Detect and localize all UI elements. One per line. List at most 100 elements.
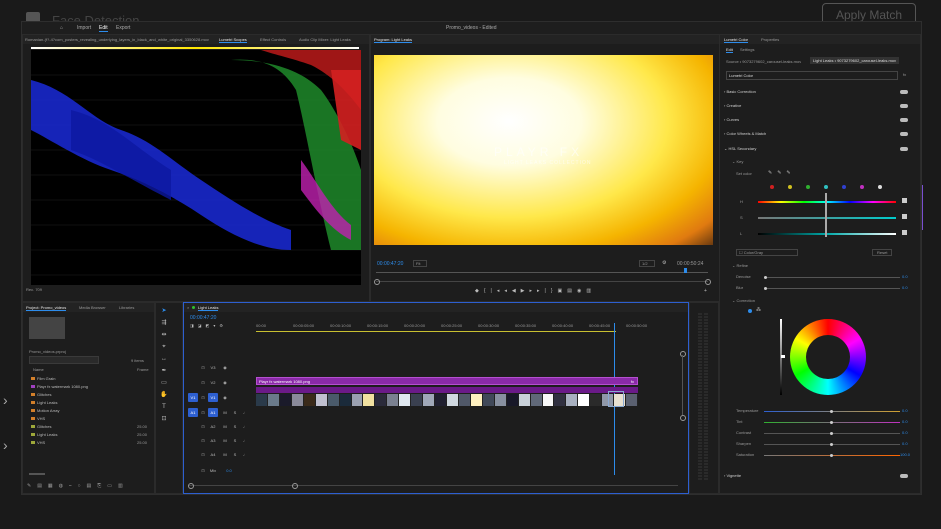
clip-thumbnail[interactable] — [590, 394, 603, 406]
saturation-checkbox[interactable] — [902, 214, 907, 219]
effect-select[interactable]: Lumetri Color — [726, 71, 898, 80]
menu-import[interactable]: Import — [77, 25, 91, 31]
hue-range-slider[interactable] — [758, 201, 896, 203]
home-icon[interactable]: ⌂ — [60, 25, 63, 31]
clip-thumbnail[interactable] — [363, 394, 376, 406]
microphone-icon[interactable]: ♩ — [240, 436, 250, 445]
clip-thumbnail[interactable] — [447, 394, 459, 406]
fit-select[interactable]: Fit — [413, 260, 428, 267]
lock-icon[interactable]: ⊡ — [198, 422, 208, 431]
tint-value[interactable]: 0.0 — [902, 419, 908, 424]
solo-button[interactable]: S — [230, 408, 240, 417]
clip-thumbnail[interactable] — [542, 394, 555, 406]
microphone-icon[interactable]: ♩ — [240, 450, 250, 459]
clip-thumbnail[interactable] — [279, 394, 292, 406]
source-patch-a1[interactable]: A1 — [188, 408, 198, 417]
clip-thumbnail[interactable] — [482, 394, 495, 406]
creative-toggle[interactable] — [900, 104, 908, 108]
microphone-icon[interactable]: ♩ — [240, 422, 250, 431]
lock-icon[interactable]: ⊡ — [198, 436, 208, 445]
clip-thumbnail[interactable] — [435, 394, 447, 406]
timeline-timecode[interactable]: 00:00:47:20 — [190, 315, 216, 321]
track-label-v1[interactable]: V1 — [208, 393, 218, 402]
tab-lumetri-color[interactable]: Lumetri Color — [724, 37, 749, 43]
slip-tool-icon[interactable]: ↔ — [160, 355, 168, 363]
saturation-value[interactable]: 100.0 — [900, 452, 910, 457]
project-list-item[interactable]: Playr fx watermark 1080.png — [31, 384, 88, 389]
section-creative[interactable]: › Creative — [724, 103, 741, 108]
track-label-a1[interactable]: A1 — [208, 408, 218, 417]
h-scroll-right[interactable] — [292, 483, 298, 489]
ripple-edit-tool-icon[interactable]: ⇹ — [160, 331, 168, 339]
curves-toggle[interactable] — [900, 118, 908, 122]
column-frame-rate[interactable]: Frame — [137, 367, 149, 372]
clip-thumbnail[interactable] — [351, 394, 364, 406]
lock-icon[interactable]: ⊡ — [198, 466, 208, 475]
fx-toggle[interactable]: fx — [903, 72, 906, 77]
adjustment-clip[interactable] — [256, 387, 638, 393]
luma-range-slider[interactable] — [758, 233, 896, 235]
clip-thumbnail[interactable] — [339, 394, 352, 406]
blur-value[interactable]: 0.0 — [902, 285, 908, 290]
clip-thumbnail[interactable] — [303, 394, 316, 406]
sharpen-value[interactable]: 0.0 — [902, 441, 908, 446]
solo-button[interactable]: S — [230, 436, 240, 445]
project-bottom-toolbar[interactable]: ✎▤▦◍⎯○▤⎘▭▥ — [23, 483, 158, 492]
mute-button[interactable]: M — [220, 436, 230, 445]
target-clip-select[interactable]: Light Leaks • 9073279602_carousel-leaks.… — [810, 57, 900, 64]
lock-icon[interactable]: ⊡ — [198, 363, 208, 372]
swatch-red[interactable] — [770, 185, 774, 189]
tab-project[interactable]: Project: Promo_videos — [26, 305, 67, 311]
project-list-item[interactable]: Glitches — [31, 392, 51, 397]
denoise-knob[interactable] — [764, 276, 767, 279]
saturation-slider[interactable] — [764, 454, 900, 457]
razor-tool-icon[interactable]: ⌖ — [160, 343, 168, 351]
lock-icon[interactable]: ⊡ — [198, 378, 208, 387]
project-list-item[interactable]: VHS — [31, 416, 45, 421]
clip-thumbnail[interactable] — [578, 394, 591, 406]
correction-section[interactable]: ⌄ Correction — [732, 298, 755, 303]
timeline-ruler[interactable]: 00:00 00:00:05:00 00:00:10:00 00:00:15:00 00… — [256, 323, 647, 331]
swatch-yellow[interactable] — [788, 185, 792, 189]
denoise-value[interactable]: 0.0 — [902, 274, 908, 279]
tab-libraries[interactable]: Libraries — [119, 305, 134, 310]
work-area-bar[interactable] — [256, 331, 616, 332]
track-select-tool-icon[interactable]: ⇶ — [160, 319, 168, 327]
quality-select[interactable]: 1/2 — [639, 260, 655, 267]
contrast-knob[interactable] — [830, 432, 833, 435]
microphone-icon[interactable]: ♩ — [240, 408, 250, 417]
clip-thumbnail[interactable] — [506, 394, 519, 406]
program-playhead[interactable] — [684, 268, 687, 273]
contrast-slider[interactable] — [764, 432, 900, 435]
tab-effect-controls[interactable]: Effect Controls — [260, 37, 286, 42]
temperature-knob[interactable] — [830, 410, 833, 413]
project-list-item[interactable]: Motion Array — [31, 408, 59, 413]
program-zoom-bar[interactable] — [376, 281, 708, 282]
clip-thumbnail[interactable] — [530, 394, 543, 406]
range-handle[interactable] — [825, 193, 827, 237]
swatch-magenta[interactable] — [860, 185, 864, 189]
tab-sequence[interactable]: Light Leaks — [198, 305, 219, 311]
mute-button[interactable]: M — [220, 422, 230, 431]
clip-thumbnail[interactable] — [554, 394, 567, 406]
lock-icon[interactable]: ⊡ — [198, 408, 208, 417]
reset-button[interactable]: Reset — [872, 249, 893, 256]
watermark-clip[interactable]: Playr fx watermark 1080.png fx — [256, 377, 638, 385]
clip-thumbnail[interactable] — [626, 394, 638, 406]
hue-checkbox[interactable] — [902, 198, 907, 203]
h-scroll-left[interactable] — [188, 483, 194, 489]
v1-video-clips[interactable] — [256, 394, 638, 406]
selection-tool-icon[interactable]: ➤ — [160, 307, 168, 315]
eyedropper-icon[interactable]: ✎✎✎ — [768, 170, 796, 176]
hand-tool-icon[interactable]: ✋ — [160, 391, 168, 399]
clip-thumbnail[interactable] — [470, 394, 483, 406]
section-curves[interactable]: › Curves — [724, 117, 739, 122]
correction-color-wheel[interactable] — [790, 319, 866, 395]
temperature-value[interactable]: 0.0 — [902, 408, 908, 413]
program-timecode[interactable]: 00:00:47:20 — [377, 261, 403, 267]
mix-value[interactable]: 0.0 — [224, 466, 234, 475]
saturation-knob[interactable] — [830, 454, 833, 457]
vertical-scroll-top[interactable] — [680, 351, 686, 357]
clip-thumbnail[interactable] — [256, 394, 268, 406]
chevron-right-icon[interactable]: › — [3, 437, 8, 453]
